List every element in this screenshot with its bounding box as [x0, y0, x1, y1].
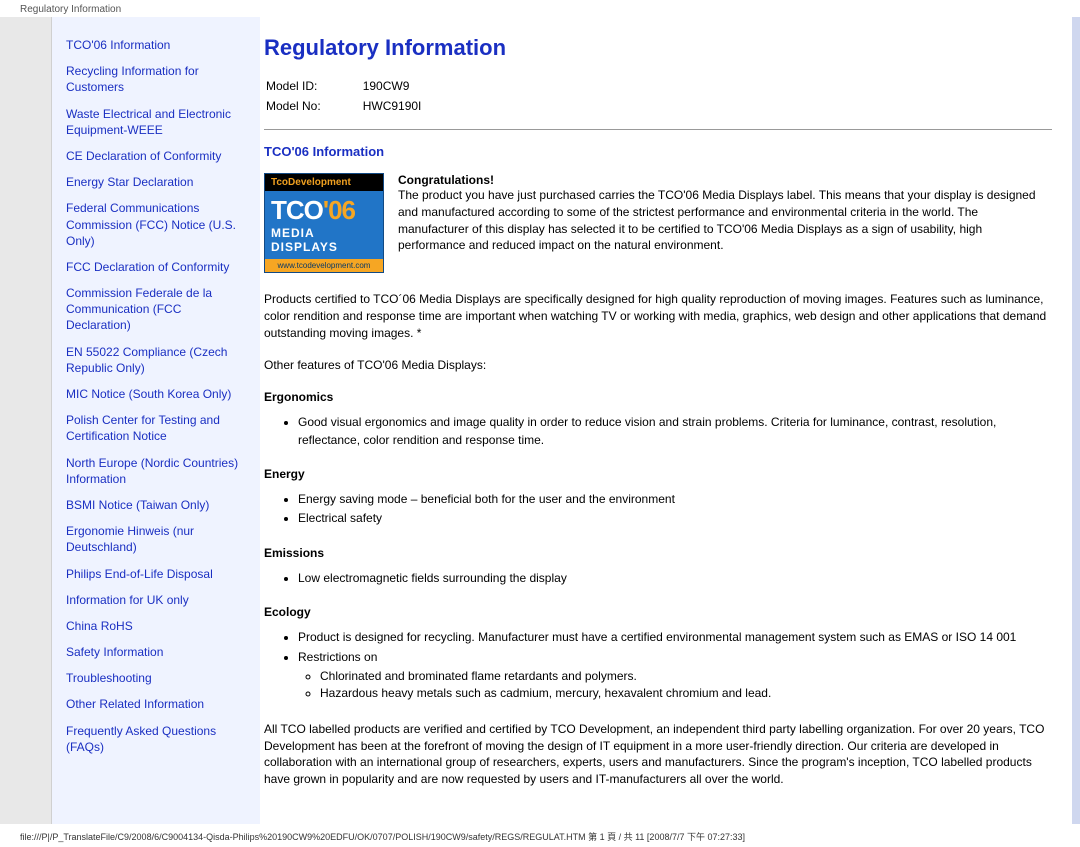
sidebar-link-mic[interactable]: MIC Notice (South Korea Only) — [66, 386, 246, 402]
badge-url: www.tcodevelopment.com — [265, 259, 383, 272]
ecology-sub-1: Chlorinated and brominated flame retarda… — [320, 668, 1052, 685]
badge-sub: MEDIA DISPLAYS — [265, 226, 383, 258]
sidebar-link-weee[interactable]: Waste Electrical and Electronic Equipmen… — [66, 106, 246, 138]
sidebar-link-bsmi[interactable]: BSMI Notice (Taiwan Only) — [66, 497, 246, 513]
emissions-item: Low electromagnetic fields surrounding t… — [298, 570, 1052, 587]
sidebar-link-safety[interactable]: Safety Information — [66, 644, 246, 660]
emissions-heading: Emissions — [264, 546, 1052, 560]
congrats-heading: Congratulations! — [398, 173, 494, 187]
congrats-body: The product you have just purchased carr… — [398, 187, 1052, 254]
emissions-list: Low electromagnetic fields surrounding t… — [298, 570, 1052, 587]
para-certified: Products certified to TCO´06 Media Displ… — [264, 291, 1052, 341]
energy-item-2: Electrical safety — [298, 510, 1052, 527]
para-tco-development: All TCO labelled products are verified a… — [264, 721, 1052, 788]
ecology-item-1: Product is designed for recycling. Manuf… — [298, 629, 1052, 646]
sidebar-link-uk[interactable]: Information for UK only — [66, 592, 246, 608]
model-id-label: Model ID: — [266, 77, 361, 95]
sidebar-link-en55022[interactable]: EN 55022 Compliance (Czech Republic Only… — [66, 344, 246, 376]
energy-heading: Energy — [264, 467, 1052, 481]
sidebar-link-troubleshooting[interactable]: Troubleshooting — [66, 670, 246, 686]
congrats-text: Congratulations! The product you have ju… — [398, 173, 1052, 273]
tco-block: TcoDevelopment TCO'06 MEDIA DISPLAYS www… — [264, 173, 1052, 273]
sidebar-link-ce[interactable]: CE Declaration of Conformity — [66, 148, 246, 164]
ergonomics-heading: Ergonomics — [264, 390, 1052, 404]
sidebar-link-ergonomie[interactable]: Ergonomie Hinweis (nur Deutschland) — [66, 523, 246, 555]
ecology-item-2-label: Restrictions on — [298, 650, 377, 664]
para-other-features: Other features of TCO'06 Media Displays: — [264, 357, 1052, 374]
left-margin-strip — [0, 17, 52, 824]
ecology-sub-2: Hazardous heavy metals such as cadmium, … — [320, 685, 1052, 702]
sidebar-link-other[interactable]: Other Related Information — [66, 696, 246, 712]
page-layout: TCO'06 Information Recycling Information… — [0, 17, 1080, 824]
energy-item-1: Energy saving mode – beneficial both for… — [298, 491, 1052, 508]
window-title: Regulatory Information — [0, 0, 1080, 17]
tco06-section-title: TCO'06 Information — [264, 144, 1052, 159]
model-id-value: 190CW9 — [363, 77, 462, 95]
main-wrap: TCO'06 Information Recycling Information… — [52, 17, 1080, 824]
divider — [264, 129, 1052, 130]
badge-top: TcoDevelopment — [265, 174, 383, 191]
sidebar-link-fcc-declaration[interactable]: FCC Declaration of Conformity — [66, 259, 246, 275]
model-no-label: Model No: — [266, 97, 361, 115]
sidebar-link-nordic[interactable]: North Europe (Nordic Countries) Informat… — [66, 455, 246, 487]
ergonomics-list: Good visual ergonomics and image quality… — [298, 414, 1052, 449]
sidebar-link-recycling[interactable]: Recycling Information for Customers — [66, 63, 246, 95]
tco-badge-icon: TcoDevelopment TCO'06 MEDIA DISPLAYS www… — [264, 173, 384, 273]
badge-mid: TCO'06 — [265, 191, 383, 226]
sidebar-link-fcc-federale[interactable]: Commission Federale de la Communication … — [66, 285, 246, 334]
model-no-value: HWC9190I — [363, 97, 462, 115]
sidebar-link-fcc-notice[interactable]: Federal Communications Commission (FCC) … — [66, 200, 246, 249]
page-title: Regulatory Information — [264, 35, 1052, 61]
ecology-heading: Ecology — [264, 605, 1052, 619]
model-table: Model ID: 190CW9 Model No: HWC9190I — [264, 75, 463, 117]
main-content: Regulatory Information Model ID: 190CW9 … — [260, 17, 1072, 824]
ecology-list: Product is designed for recycling. Manuf… — [298, 629, 1052, 703]
ecology-sublist: Chlorinated and brominated flame retarda… — [320, 668, 1052, 703]
sidebar-link-faqs[interactable]: Frequently Asked Questions (FAQs) — [66, 723, 246, 755]
sidebar-link-polish[interactable]: Polish Center for Testing and Certificat… — [66, 412, 246, 444]
badge-mid-pre: TCO — [271, 195, 323, 225]
footer-filepath: file:///P|/P_TranslateFile/C9/2008/6/C90… — [0, 824, 1080, 847]
sidebar-link-tco06[interactable]: TCO'06 Information — [66, 37, 246, 53]
energy-list: Energy saving mode – beneficial both for… — [298, 491, 1052, 528]
sidebar-link-energystar[interactable]: Energy Star Declaration — [66, 174, 246, 190]
sidebar-nav: TCO'06 Information Recycling Information… — [52, 17, 260, 824]
ergonomics-item: Good visual ergonomics and image quality… — [298, 414, 1052, 449]
sidebar-link-chinarohs[interactable]: China RoHS — [66, 618, 246, 634]
ecology-item-2: Restrictions on Chlorinated and brominat… — [298, 649, 1052, 703]
sidebar-link-endoflife[interactable]: Philips End-of-Life Disposal — [66, 566, 246, 582]
badge-mid-orange: '06 — [323, 195, 355, 225]
